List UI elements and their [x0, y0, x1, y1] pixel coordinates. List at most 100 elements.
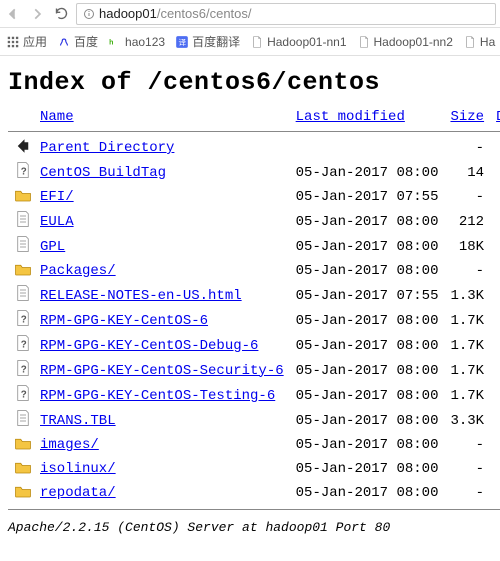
- file-size: -: [444, 481, 490, 505]
- file-date: 05-Jan-2017 08:00: [290, 383, 445, 408]
- table-row: ? RPM-GPG-KEY-CentOS-Debug-6 05-Jan-2017 0…: [8, 333, 500, 358]
- svg-text:?: ?: [21, 365, 27, 376]
- file-link[interactable]: RPM-GPG-KEY-CentOS-6: [40, 313, 208, 329]
- table-row: RELEASE-NOTES-en-US.html 05-Jan-2017 07:5…: [8, 283, 500, 308]
- text-icon: [14, 409, 32, 427]
- bookmark-item[interactable]: Hadoop01-nn1: [250, 35, 346, 49]
- url-bar[interactable]: hadoop01/centos6/centos/: [76, 3, 496, 25]
- bookmark-label: 百度翻译: [192, 33, 240, 50]
- bookmark-icon: [6, 35, 20, 49]
- bookmark-label: Hadoop01-nn2: [374, 35, 453, 49]
- file-link[interactable]: repodata/: [40, 485, 116, 501]
- col-name: Name: [34, 107, 290, 127]
- folder-icon: [14, 186, 32, 204]
- bookmark-item[interactable]: Hadoop01-nn2: [357, 35, 453, 49]
- info-icon: [83, 8, 95, 20]
- file-link[interactable]: EULA: [40, 214, 74, 230]
- file-size: 212: [444, 209, 490, 234]
- forward-button[interactable]: [28, 5, 46, 23]
- col-desc: Description: [490, 107, 500, 127]
- url-host: hadoop01: [99, 6, 157, 21]
- bookmark-item[interactable]: 百度: [57, 33, 98, 50]
- file-date: 05-Jan-2017 07:55: [290, 185, 445, 209]
- bookmark-label: 百度: [74, 33, 98, 50]
- bookmarks-bar: 应用 百度 hhao123 译百度翻译 Hadoop01-nn1 Hadoop01-nn2…: [0, 28, 500, 56]
- table-row: EFI/05-Jan-2017 07:55-: [8, 185, 500, 209]
- bookmark-label: Hadoop01-nn1: [267, 35, 346, 49]
- page-content: Index of /centos6/centos Name Last modif…: [0, 56, 500, 545]
- file-date: 05-Jan-2017 08:00: [290, 433, 445, 457]
- bookmark-item[interactable]: 应用: [6, 33, 47, 50]
- bookmark-label: 应用: [23, 33, 47, 50]
- table-row: ? CentOS_BuildTag 05-Jan-2017 08:0014: [8, 160, 500, 185]
- file-date: 05-Jan-2017 08:00: [290, 160, 445, 185]
- text-icon: [14, 284, 32, 302]
- unknown-icon: ?: [14, 334, 32, 352]
- file-size: 3.3K: [444, 408, 490, 433]
- bookmark-icon: h: [108, 35, 122, 49]
- file-link[interactable]: Packages/: [40, 263, 116, 279]
- file-size: 1.7K: [444, 308, 490, 333]
- table-row: ?RPM-GPG-KEY-CentOS-Security-605-Jan-201…: [8, 358, 500, 383]
- file-date: 05-Jan-2017 08:00: [290, 234, 445, 259]
- file-size: -: [444, 433, 490, 457]
- file-link[interactable]: Parent Directory: [40, 140, 174, 156]
- table-row: EULA05-Jan-2017 08:00212: [8, 209, 500, 234]
- unknown-icon: ?: [14, 384, 32, 402]
- browser-toolbar: hadoop01/centos6/centos/: [0, 0, 500, 28]
- file-link[interactable]: RELEASE-NOTES-en-US.html: [40, 288, 242, 304]
- file-link[interactable]: EFI/: [40, 189, 74, 205]
- file-size: -: [444, 185, 490, 209]
- file-link[interactable]: CentOS_BuildTag: [40, 165, 166, 181]
- bookmark-item[interactable]: 译百度翻译: [175, 33, 240, 50]
- file-size: 1.3K: [444, 283, 490, 308]
- file-size: -: [444, 259, 490, 283]
- file-link[interactable]: RPM-GPG-KEY-CentOS-Debug-6: [40, 338, 258, 354]
- table-row: TRANS.TBL 05-Jan-2017 08:003.3K: [8, 408, 500, 433]
- file-link[interactable]: images/: [40, 437, 99, 453]
- table-row: images/05-Jan-2017 08:00-: [8, 433, 500, 457]
- file-link[interactable]: isolinux/: [40, 461, 116, 477]
- bookmark-label: Ha: [480, 35, 495, 49]
- file-size: 14: [444, 160, 490, 185]
- file-link[interactable]: RPM-GPG-KEY-CentOS-Testing-6: [40, 388, 275, 404]
- folder-icon: [14, 482, 32, 500]
- back-icon: [14, 137, 32, 155]
- file-size: 1.7K: [444, 358, 490, 383]
- file-link[interactable]: RPM-GPG-KEY-CentOS-Security-6: [40, 363, 284, 379]
- svg-text:?: ?: [21, 390, 27, 401]
- file-link[interactable]: GPL: [40, 239, 65, 255]
- table-row: Parent Directory-: [8, 136, 500, 160]
- index-table: Name Last modified Size Description Pare…: [8, 107, 500, 514]
- unknown-icon: ?: [14, 161, 32, 179]
- col-size: Size: [444, 107, 490, 127]
- bookmark-item[interactable]: Ha: [463, 35, 495, 49]
- svg-text:h: h: [109, 39, 113, 46]
- bookmark-icon: [57, 35, 71, 49]
- table-row: Packages/05-Jan-2017 08:00-: [8, 259, 500, 283]
- file-date: 05-Jan-2017 08:00: [290, 481, 445, 505]
- reload-button[interactable]: [52, 5, 70, 23]
- folder-icon: [14, 434, 32, 452]
- file-size: -: [444, 457, 490, 481]
- file-date: 05-Jan-2017 08:00: [290, 408, 445, 433]
- bookmark-icon: [250, 35, 264, 49]
- svg-text:?: ?: [21, 340, 27, 351]
- table-row: repodata/05-Jan-2017 08:00-: [8, 481, 500, 505]
- bookmark-icon: [357, 35, 371, 49]
- table-row: ? RPM-GPG-KEY-CentOS-6 05-Jan-2017 08:001.…: [8, 308, 500, 333]
- bookmark-icon: 译: [175, 35, 189, 49]
- text-icon: [14, 210, 32, 228]
- unknown-icon: ?: [14, 309, 32, 327]
- file-date: 05-Jan-2017 08:00: [290, 457, 445, 481]
- file-date: 05-Jan-2017 07:55: [290, 283, 445, 308]
- file-date: 05-Jan-2017 08:00: [290, 333, 445, 358]
- folder-icon: [14, 260, 32, 278]
- file-link[interactable]: TRANS.TBL: [40, 413, 116, 429]
- file-date: 05-Jan-2017 08:00: [290, 308, 445, 333]
- back-button[interactable]: [4, 5, 22, 23]
- bookmark-item[interactable]: hhao123: [108, 35, 165, 49]
- text-icon: [14, 235, 32, 253]
- table-row: isolinux/05-Jan-2017 08:00-: [8, 457, 500, 481]
- svg-text:译: 译: [179, 37, 187, 46]
